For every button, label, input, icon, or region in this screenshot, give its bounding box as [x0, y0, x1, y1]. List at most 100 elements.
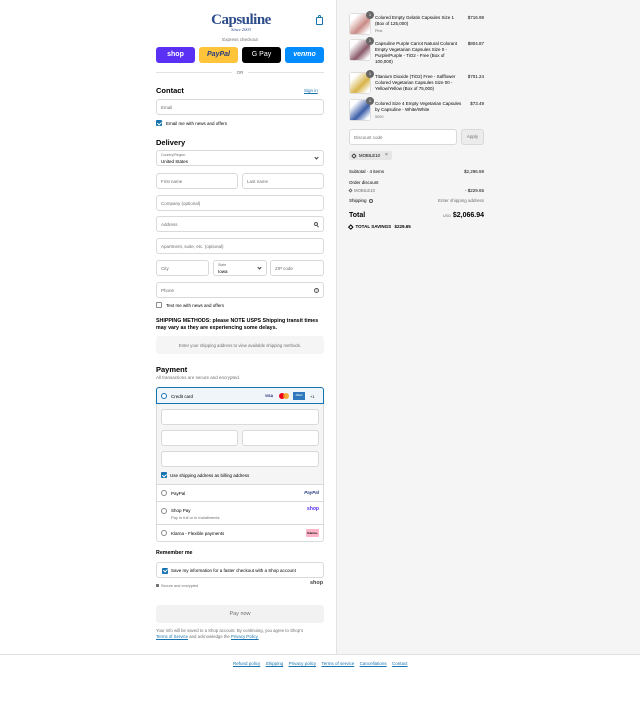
info-icon[interactable]	[368, 198, 373, 203]
or-label: OR	[232, 70, 248, 75]
chevron-down-icon	[314, 155, 319, 160]
cart-item-variant: Pink	[375, 29, 383, 33]
email-news-checkbox[interactable]	[156, 120, 162, 126]
help-icon[interactable]: ?	[314, 287, 319, 293]
shop-pay-logo: shop	[307, 506, 319, 512]
total-label: Total	[349, 212, 366, 219]
order-discount-code: MOBILE10	[348, 188, 376, 193]
quantity-badge: 1	[366, 70, 374, 78]
company-field[interactable]: Company (optional)	[156, 195, 324, 211]
checkout-main: Capsuline Since 2003 Express checkout sh…	[0, 0, 336, 654]
visa-icon: VISA	[265, 393, 274, 398]
savings-value: $229.65	[394, 224, 411, 229]
klarna-radio[interactable]	[161, 530, 167, 536]
cart-item-title: Capsuline Purple Carrot Natural Colorant…	[375, 41, 458, 64]
footer-cancellations[interactable]: Cancellations	[360, 661, 387, 666]
more-cards-label: +1	[310, 393, 315, 399]
address-field[interactable]: Address	[156, 216, 324, 232]
cart-item-title: Colored Size 4 Empty Vegetarian Capsules…	[375, 101, 462, 112]
pay-now-button[interactable]: Pay now	[156, 605, 324, 623]
sign-in-link[interactable]: Sign in	[304, 88, 318, 93]
email-news-label: Email me with news and offers	[166, 121, 227, 126]
order-discount-value: - $229.65	[464, 188, 484, 193]
google-pay-label: G Pay	[251, 51, 272, 58]
cart-item-price: $716.99	[467, 15, 484, 20]
state-select[interactable]: State Iowa	[213, 260, 267, 276]
footer-refund-policy[interactable]: Refund policy	[233, 661, 260, 666]
payment-option-klarna[interactable]: Klarna - Flexible payments Klarna.	[157, 524, 323, 541]
paypal-label: PayPal	[207, 51, 230, 58]
contact-heading: Contact	[156, 86, 184, 95]
order-discount-code-text: MOBILE10	[354, 188, 376, 193]
express-button-venmo[interactable]: venmo	[285, 47, 324, 63]
apply-discount-button[interactable]: Apply	[461, 129, 484, 145]
lock-icon	[156, 584, 159, 587]
first-name-field[interactable]: First name	[156, 173, 238, 189]
cart-item-price: $804.87	[467, 41, 484, 46]
zip-placeholder: ZIP code	[275, 266, 293, 271]
paypal-radio[interactable]	[161, 490, 167, 496]
terms-link[interactable]: Terms of Service	[156, 634, 188, 639]
shipping-label-text: Shipping	[349, 198, 367, 203]
shop-pay-label: shop	[167, 51, 184, 58]
mastercard-icon	[279, 393, 289, 399]
payment-subtitle: All transactions are secure and encrypte…	[156, 375, 241, 380]
payment-option-shop-pay[interactable]: Shop Pay Pay in full or in installments …	[157, 501, 323, 524]
city-field[interactable]: City	[156, 260, 209, 276]
text-news-label: Text me with news and offers	[166, 303, 224, 308]
credit-card-radio[interactable]	[161, 393, 167, 399]
brand-logo[interactable]: Capsuline Since 2003	[206, 12, 276, 34]
amex-label: AMEX	[295, 394, 303, 397]
card-cvv-field[interactable]	[242, 430, 319, 446]
remember-checkbox[interactable]	[162, 567, 168, 574]
quantity-badge: 1	[366, 11, 374, 19]
remember-box: Save my information for a faster checkou…	[156, 562, 324, 578]
phone-field[interactable]: Phone ?	[156, 282, 324, 298]
klarna-logo-text: Klarna.	[307, 531, 318, 535]
express-button-shop[interactable]: shop	[156, 47, 195, 63]
discount-tag: MOBILE10 ×	[349, 151, 392, 160]
country-value: United States	[161, 158, 189, 164]
zip-field[interactable]: ZIP code	[270, 260, 324, 276]
remember-label: Save my information for a faster checkou…	[171, 568, 296, 573]
credit-card-label: Credit card	[171, 393, 194, 399]
express-checkout-title: Express checkout	[222, 37, 258, 42]
legal-text: Your info will be saved to a Shop accoun…	[156, 628, 326, 640]
chevron-down-icon	[257, 265, 262, 270]
cart-bag-icon[interactable]	[316, 15, 323, 25]
express-button-gpay[interactable]: G Pay	[242, 47, 281, 63]
country-label: Country/Region	[161, 153, 186, 157]
footer-shipping[interactable]: Shipping	[266, 661, 284, 666]
klarna-logo: Klarna.	[306, 529, 319, 537]
address-placeholder: Address	[161, 222, 178, 227]
text-news-checkbox[interactable]	[156, 302, 162, 308]
privacy-link[interactable]: Privacy Policy.	[231, 634, 259, 639]
shop-pay-option-sub: Pay in full or in installments	[171, 514, 220, 520]
card-number-field[interactable]	[161, 409, 319, 425]
delivery-heading: Delivery	[156, 138, 186, 147]
shipping-value: Enter shipping address	[437, 198, 484, 203]
state-label: State	[218, 263, 227, 267]
shop-pay-radio[interactable]	[161, 508, 167, 514]
footer-contact[interactable]: Contact	[392, 661, 408, 666]
footer-terms-of-service[interactable]: Terms of service	[321, 661, 354, 666]
cart-item-title: Titanium Dioxide (TiO2) Free - Safflower…	[375, 74, 456, 91]
credit-card-option[interactable]: Credit card VISA AMEX +1	[156, 387, 324, 404]
apartment-field[interactable]: Apartment, suite, etc. (optional)	[156, 238, 324, 254]
country-select[interactable]: Country/Region United States	[156, 150, 324, 166]
last-name-field[interactable]: Last name	[242, 173, 324, 189]
shipping-methods-placeholder: Enter your shipping address to view avai…	[178, 342, 302, 348]
pay-now-label: Pay now	[229, 611, 251, 617]
tag-icon	[348, 223, 354, 229]
payment-option-paypal[interactable]: PayPal PayPal	[157, 484, 323, 501]
billing-address-label: Use shipping address as billing address	[170, 473, 250, 478]
express-button-paypal[interactable]: PayPal	[199, 47, 238, 63]
email-field[interactable]: Email	[156, 99, 324, 115]
remove-discount-icon[interactable]: ×	[385, 152, 388, 158]
card-expiry-field[interactable]	[161, 430, 238, 446]
discount-code-field[interactable]: Discount code	[349, 129, 457, 145]
card-name-field[interactable]	[161, 451, 319, 467]
billing-address-checkbox[interactable]	[161, 472, 167, 478]
footer-privacy-policy[interactable]: Privacy policy	[289, 661, 317, 666]
remember-heading: Remember me	[156, 550, 193, 556]
